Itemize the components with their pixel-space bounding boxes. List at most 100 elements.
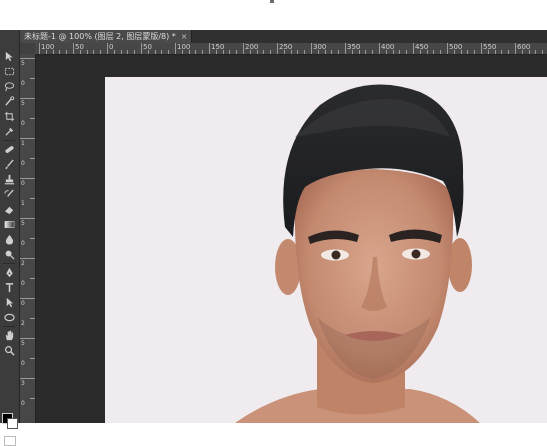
canvas-area[interactable] xyxy=(36,55,547,423)
ruler-minor-tick xyxy=(399,50,400,54)
ruler-minor-tick xyxy=(195,50,196,54)
top-mark xyxy=(270,0,274,3)
ruler-minor-tick xyxy=(270,50,271,54)
ruler-label: 0 xyxy=(21,180,25,187)
ruler-minor-tick xyxy=(53,50,54,54)
ruler-tick xyxy=(30,78,35,79)
ruler-minor-tick xyxy=(297,50,298,54)
pen-tool-icon[interactable] xyxy=(2,266,16,278)
ruler-tick xyxy=(30,118,35,119)
ruler-minor-tick xyxy=(284,50,285,54)
document-tab[interactable]: 未标题-1 @ 100% (图层 2, 图层蒙版/8) * × xyxy=(20,30,193,43)
eraser-tool-icon[interactable] xyxy=(2,203,16,215)
ruler-tick xyxy=(345,43,346,54)
ruler-tick xyxy=(20,178,35,179)
ruler-label: 2 xyxy=(21,320,25,327)
ruler-minor-tick xyxy=(359,50,360,54)
toolbox-panel xyxy=(0,30,20,446)
ruler-label: 3 xyxy=(21,380,25,387)
ruler-label: 0 xyxy=(21,80,25,87)
gradient-tool-icon[interactable] xyxy=(2,218,16,230)
zoom-tool-icon[interactable] xyxy=(2,344,16,356)
ruler-minor-tick xyxy=(202,50,203,54)
ruler-origin[interactable] xyxy=(20,43,35,54)
lasso-tool-icon[interactable] xyxy=(2,80,16,92)
portrait-photo[interactable] xyxy=(105,77,547,423)
close-icon[interactable]: × xyxy=(181,30,188,43)
ruler-minor-tick xyxy=(454,50,455,54)
quick-mask-mode-icon[interactable] xyxy=(4,436,16,446)
ruler-label: 5 xyxy=(21,60,25,67)
crop-tool-icon[interactable] xyxy=(2,110,16,122)
ruler-minor-tick xyxy=(223,50,224,54)
ruler-minor-tick xyxy=(100,50,101,54)
ruler-minor-tick xyxy=(318,50,319,54)
eyedropper-tool-icon[interactable] xyxy=(2,125,16,137)
ruler-label: 0 xyxy=(21,280,25,287)
ruler-minor-tick xyxy=(474,50,475,54)
ruler-minor-tick xyxy=(325,50,326,54)
ruler-minor-tick xyxy=(529,50,530,54)
ruler-label: 5 xyxy=(21,220,25,227)
hand-tool-icon[interactable] xyxy=(2,329,16,341)
ruler-minor-tick xyxy=(522,50,523,54)
ruler-minor-tick xyxy=(420,50,421,54)
ruler-minor-tick xyxy=(352,50,353,54)
ruler-tick xyxy=(20,298,35,299)
ruler-label: 0 xyxy=(109,43,114,51)
healing-brush-tool-icon[interactable] xyxy=(2,143,16,155)
ruler-minor-tick xyxy=(229,50,230,54)
ruler-minor-tick xyxy=(338,50,339,54)
ruler-tick xyxy=(277,43,278,54)
toolbox-divider xyxy=(3,140,15,141)
history-brush-tool-icon[interactable] xyxy=(2,188,16,200)
vertical-ruler[interactable]: 5 0 5 0 1 0 0 1 5 0 2 0 0 2 5 0 3 0 xyxy=(20,54,36,423)
ruler-tick xyxy=(30,278,35,279)
clone-stamp-tool-icon[interactable] xyxy=(2,173,16,185)
horizontal-ruler[interactable]: 100 50 0 50 100 150 200 250 300 350 400 450 500 550 60… xyxy=(35,43,547,55)
ruler-minor-tick xyxy=(155,50,156,54)
background-color-swatch[interactable] xyxy=(7,418,18,429)
ruler-minor-tick xyxy=(80,50,81,54)
ruler-minor-tick xyxy=(87,50,88,54)
path-select-tool-icon[interactable] xyxy=(2,296,16,308)
ruler-tick xyxy=(175,43,176,54)
top-white-strip xyxy=(0,0,547,30)
ruler-tick xyxy=(20,58,35,59)
ruler-label: 5 xyxy=(21,340,25,347)
ruler-tick xyxy=(30,238,35,239)
marquee-tool-icon[interactable] xyxy=(2,65,16,77)
ruler-tick xyxy=(30,158,35,159)
ruler-minor-tick xyxy=(114,50,115,54)
ruler-minor-tick xyxy=(182,50,183,54)
ruler-label: 0 xyxy=(21,400,25,407)
ruler-minor-tick xyxy=(386,50,387,54)
shape-tool-icon[interactable] xyxy=(2,311,16,323)
ruler-label: 1 xyxy=(21,140,25,147)
ruler-minor-tick xyxy=(501,50,502,54)
ruler-tick xyxy=(20,138,35,139)
ruler-tick xyxy=(39,43,40,54)
ruler-minor-tick xyxy=(304,50,305,54)
ruler-label: 5 xyxy=(21,100,25,107)
ruler-minor-tick xyxy=(291,50,292,54)
quick-select-tool-icon[interactable] xyxy=(2,95,16,107)
ruler-minor-tick xyxy=(467,50,468,54)
photoshop-window: 未标题-1 @ 100% (图层 2, 图层蒙版/8) * × 100 50 0 50… xyxy=(0,0,547,446)
move-tool-icon[interactable] xyxy=(2,50,16,62)
ruler-tick xyxy=(20,378,35,379)
ruler-label: 0 xyxy=(21,240,25,247)
ruler-minor-tick xyxy=(542,50,543,54)
blur-tool-icon[interactable] xyxy=(2,233,16,245)
type-tool-icon[interactable] xyxy=(2,281,16,293)
ruler-tick xyxy=(209,43,210,54)
ruler-tick xyxy=(379,43,380,54)
ruler-minor-tick xyxy=(440,50,441,54)
brush-tool-icon[interactable] xyxy=(2,158,16,170)
ruler-minor-tick xyxy=(161,50,162,54)
ruler-minor-tick xyxy=(508,50,509,54)
ruler-minor-tick xyxy=(495,50,496,54)
ruler-minor-tick xyxy=(372,50,373,54)
dodge-tool-icon[interactable] xyxy=(2,248,16,260)
ruler-minor-tick xyxy=(127,50,128,54)
